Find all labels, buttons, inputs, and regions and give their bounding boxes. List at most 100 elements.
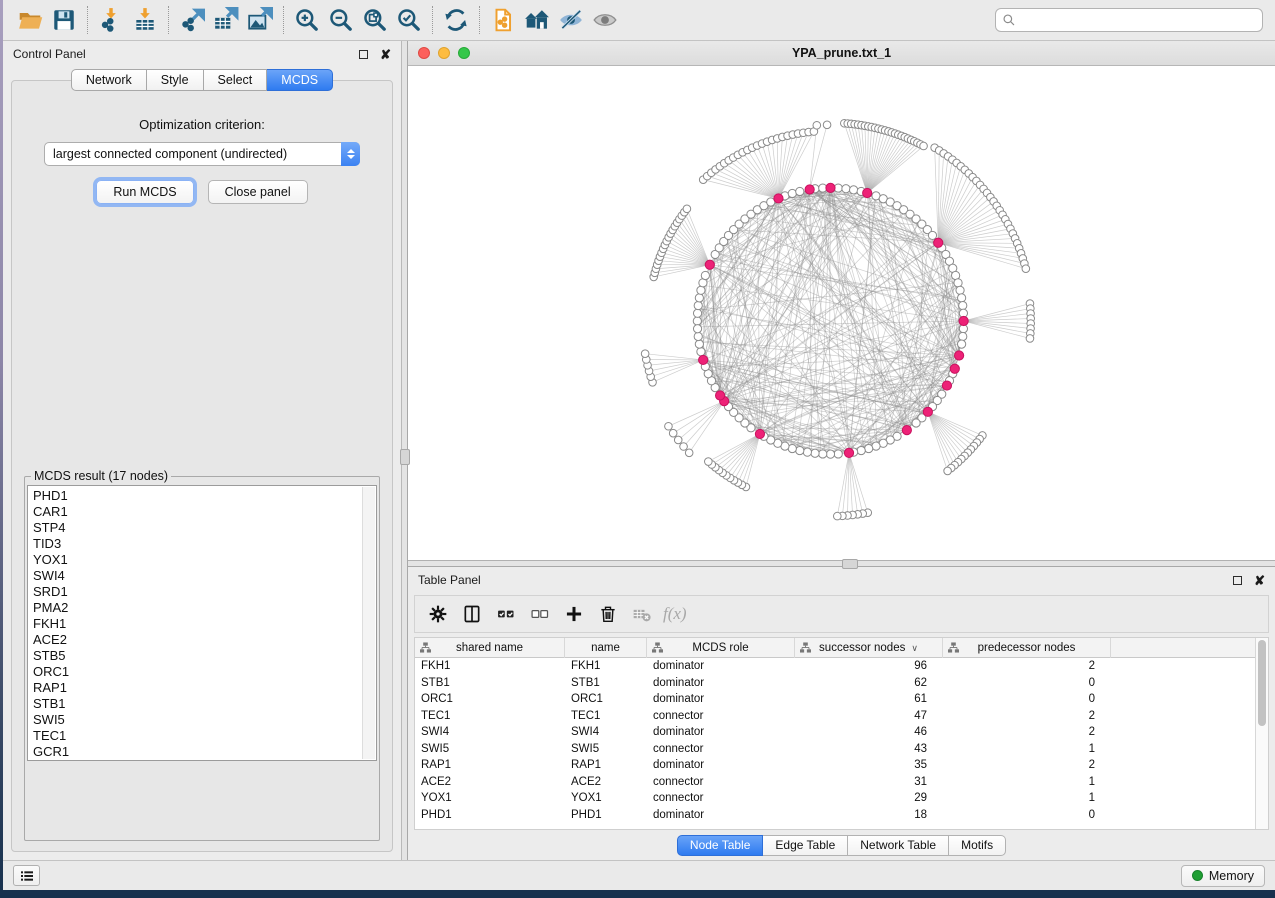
table-cell[interactable]: 46 <box>795 726 943 738</box>
mcds-result-item[interactable]: GCR1 <box>33 744 376 760</box>
table-cell[interactable]: SWI4 <box>415 726 565 738</box>
table-cell[interactable]: 47 <box>795 710 943 722</box>
mcds-result-item[interactable]: YOX1 <box>33 552 376 568</box>
table-cell[interactable]: dominator <box>647 660 795 672</box>
network-node[interactable] <box>865 444 873 452</box>
horizontal-splitter[interactable] <box>408 560 1275 567</box>
table-cell[interactable]: dominator <box>647 693 795 705</box>
table-cell[interactable]: dominator <box>647 726 795 738</box>
leaf-node[interactable] <box>823 121 831 129</box>
float-panel-icon[interactable] <box>359 50 368 59</box>
network-node[interactable] <box>928 231 936 239</box>
table-cell[interactable]: 43 <box>795 743 943 755</box>
mcds-hub-node[interactable] <box>942 381 951 390</box>
network-node[interactable] <box>697 348 705 356</box>
table-cell[interactable]: 29 <box>795 792 943 804</box>
table-row[interactable]: TEC1TEC1connector472 <box>415 708 1268 725</box>
export-network-icon[interactable] <box>175 4 209 36</box>
table-scrollbar[interactable] <box>1255 638 1268 829</box>
table-cell[interactable]: PHD1 <box>565 809 647 821</box>
mcds-result-item[interactable]: TEC1 <box>33 728 376 744</box>
leaf-node[interactable] <box>705 458 713 466</box>
table-cell[interactable]: SWI5 <box>415 743 565 755</box>
table-cell[interactable]: ORC1 <box>565 693 647 705</box>
tab-network-table[interactable]: Network Table <box>848 835 949 856</box>
column-header-successor-nodes[interactable]: successor nodes∨ <box>795 638 943 658</box>
table-cell[interactable]: ACE2 <box>565 776 647 788</box>
horizontal-splitter-grip[interactable] <box>842 559 858 569</box>
mcds-hub-node[interactable] <box>863 188 872 197</box>
table-cell[interactable]: 1 <box>943 776 1111 788</box>
leaf-node[interactable] <box>680 443 688 451</box>
table-cell[interactable]: connector <box>647 792 795 804</box>
zoom-fit-icon[interactable] <box>358 4 392 36</box>
table-cell[interactable]: 1 <box>943 792 1111 804</box>
table-cell[interactable]: 1 <box>943 743 1111 755</box>
columns-icon[interactable] <box>457 599 487 629</box>
table-cell[interactable]: TEC1 <box>415 710 565 722</box>
close-table-panel-icon[interactable]: ✘ <box>1254 574 1265 587</box>
mcds-result-item[interactable]: SWI4 <box>33 568 376 584</box>
column-header-MCDS-role[interactable]: MCDS role <box>647 638 795 658</box>
mcds-result-item[interactable]: FKH1 <box>33 616 376 632</box>
table-cell[interactable]: 2 <box>943 710 1111 722</box>
close-panel-button[interactable]: Close panel <box>208 180 308 204</box>
network-node[interactable] <box>701 271 709 279</box>
save-icon[interactable] <box>47 4 81 36</box>
network-node[interactable] <box>811 449 819 457</box>
network-node[interactable] <box>857 446 865 454</box>
table-cell[interactable]: 31 <box>795 776 943 788</box>
table-cell[interactable]: 2 <box>943 660 1111 672</box>
mcds-result-item[interactable]: STP4 <box>33 520 376 536</box>
mcds-result-item[interactable]: RAP1 <box>33 680 376 696</box>
network-node[interactable] <box>695 294 703 302</box>
network-graph[interactable] <box>408 66 1275 560</box>
table-cell[interactable]: RAP1 <box>565 759 647 771</box>
network-node[interactable] <box>697 286 705 294</box>
table-cell[interactable]: 0 <box>943 693 1111 705</box>
float-table-panel-icon[interactable] <box>1233 576 1242 585</box>
leaf-node[interactable] <box>669 429 677 437</box>
tab-mcds[interactable]: MCDS <box>267 69 333 91</box>
network-node[interactable] <box>958 340 966 348</box>
table-cell[interactable]: YOX1 <box>415 792 565 804</box>
column-header-predecessor-nodes[interactable]: predecessor nodes <box>943 638 1111 658</box>
memory-button[interactable]: Memory <box>1181 865 1265 887</box>
table-cell[interactable]: 2 <box>943 726 1111 738</box>
gear-icon[interactable] <box>423 599 453 629</box>
table-row[interactable]: ACE2ACE2connector311 <box>415 774 1268 791</box>
table-row[interactable]: STB1STB1dominator620 <box>415 675 1268 692</box>
mcds-hub-node[interactable] <box>705 260 714 269</box>
leaf-node[interactable] <box>683 205 691 213</box>
table-cell[interactable]: 35 <box>795 759 943 771</box>
mcds-result-item[interactable]: PHD1 <box>33 488 376 504</box>
table-scrollbar-thumb[interactable] <box>1258 640 1266 726</box>
mcds-hub-node[interactable] <box>959 316 968 325</box>
network-node[interactable] <box>956 286 964 294</box>
mcds-result-item[interactable]: SRD1 <box>33 584 376 600</box>
leaf-node[interactable] <box>944 467 952 475</box>
table-row[interactable]: FKH1FKH1dominator962 <box>415 658 1268 675</box>
leaf-node[interactable] <box>674 436 682 444</box>
network-node[interactable] <box>694 301 702 309</box>
network-node[interactable] <box>959 301 967 309</box>
mcds-hub-node[interactable] <box>826 183 835 192</box>
network-node[interactable] <box>842 185 850 193</box>
leaf-node[interactable] <box>1026 335 1034 343</box>
table-row[interactable]: SWI4SWI4dominator462 <box>415 724 1268 741</box>
search-input[interactable] <box>1020 13 1256 27</box>
table-cell[interactable]: 62 <box>795 677 943 689</box>
table-cell[interactable]: ORC1 <box>415 693 565 705</box>
mcds-result-item[interactable]: ACE2 <box>33 632 376 648</box>
table-cell[interactable]: 0 <box>943 809 1111 821</box>
network-node[interactable] <box>695 340 703 348</box>
network-node[interactable] <box>958 294 966 302</box>
tab-style[interactable]: Style <box>147 69 204 91</box>
mcds-result-item[interactable]: SWI5 <box>33 712 376 728</box>
table-cell[interactable]: 2 <box>943 759 1111 771</box>
network-node[interactable] <box>850 186 858 194</box>
zoom-check-icon[interactable] <box>392 4 426 36</box>
mcds-result-item[interactable]: TID3 <box>33 536 376 552</box>
network-node[interactable] <box>693 309 701 317</box>
document-share-icon[interactable] <box>486 4 520 36</box>
